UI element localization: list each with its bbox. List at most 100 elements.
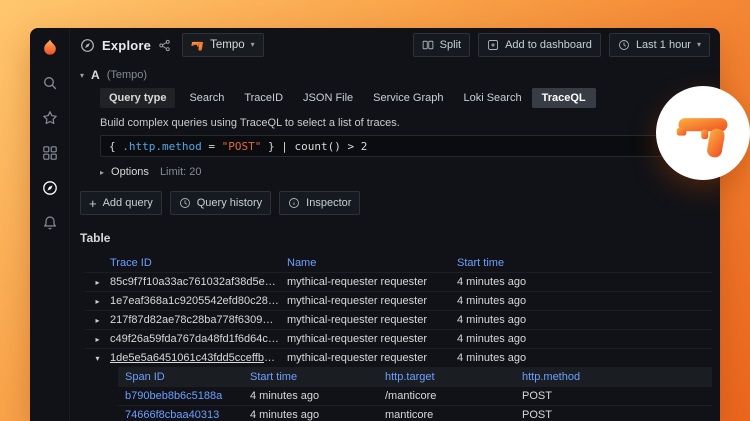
query-datasource-hint: (Tempo) — [107, 69, 147, 81]
query-history-button[interactable]: Query history — [170, 191, 271, 215]
traceql-code-editor[interactable]: { .http.method = "POST" } | count() > 2 — [100, 135, 710, 157]
column-header-name[interactable]: Name — [287, 257, 457, 269]
tempo-datasource-icon — [191, 39, 204, 52]
code-token: } | — [261, 140, 294, 153]
tab-traceql[interactable]: TraceQL — [532, 88, 596, 108]
chevron-down-icon[interactable]: ▾ — [85, 354, 110, 363]
options-label[interactable]: Options — [111, 166, 149, 178]
span-method-cell: POST — [522, 390, 712, 402]
results-panel: Table Trace ID Name Start time ▸85c9f7f1… — [70, 215, 720, 421]
trace-name-cell: mythical-requester requester — [287, 333, 457, 345]
chevron-right-icon[interactable]: ▸ — [85, 316, 110, 325]
trace-id-cell[interactable]: c49f26a59fda767da48fd1f6d64c9dd — [110, 333, 287, 345]
trace-table-header: Trace ID Name Start time — [85, 254, 712, 272]
chevron-right-icon[interactable]: ▸ — [85, 297, 110, 306]
chevron-down-icon: ▾ — [697, 41, 701, 49]
trace-id-cell[interactable]: 217f87d82ae78c28ba778f6309844b32 — [110, 314, 287, 326]
add-to-dashboard-label: Add to dashboard — [505, 39, 592, 51]
split-button[interactable]: Split — [413, 33, 470, 57]
main-area: Explore Tempo ▾ — [70, 28, 720, 421]
explore-compass-icon — [80, 38, 95, 53]
tempo-logo-badge — [656, 86, 750, 180]
span-target-cell: /manticore — [385, 390, 522, 402]
page-title: Explore — [102, 38, 151, 53]
chevron-right-icon[interactable]: ▸ — [85, 278, 110, 287]
span-column-header[interactable]: Start time — [250, 371, 385, 383]
query-body: Query type SearchTraceIDJSON FileService… — [100, 88, 710, 178]
query-history-label: Query history — [197, 197, 262, 209]
trace-row[interactable]: ▸c49f26a59fda767da48fd1f6d64c9ddmythical… — [85, 329, 712, 348]
traceql-code-line: { .http.method = "POST" } | count() > 2 — [109, 140, 367, 153]
span-id-link[interactable]: 74666f8cbaa40313 — [125, 409, 250, 421]
options-limit: Limit: 20 — [160, 166, 202, 178]
trace-start-cell: 4 minutes ago — [457, 295, 712, 307]
trace-start-cell: 4 minutes ago — [457, 352, 712, 364]
span-row[interactable]: b790beb8b6c5188a4 minutes ago/manticoreP… — [118, 386, 712, 405]
split-label: Split — [440, 39, 461, 51]
trace-row[interactable]: ▾1de5e5a6451061c43fdd5cceffb6930amythica… — [85, 348, 712, 367]
span-column-header[interactable]: http.target — [385, 371, 522, 383]
query-ref-id: A — [91, 68, 100, 82]
datasource-picker[interactable]: Tempo ▾ — [182, 33, 264, 57]
add-panel-icon — [487, 39, 499, 51]
tab-search[interactable]: Search — [179, 88, 234, 108]
trace-name-cell: mythical-requester requester — [287, 352, 457, 364]
column-header-start-time[interactable]: Start time — [457, 257, 712, 269]
span-table-header: Span IDStart timehttp.targethttp.method — [118, 367, 712, 386]
code-token: = — [202, 140, 222, 153]
tab-json-file[interactable]: JSON File — [293, 88, 363, 108]
inspector-button[interactable]: Inspector — [279, 191, 360, 215]
chevron-down-icon[interactable]: ▾ — [80, 71, 84, 80]
trace-name-cell: mythical-requester requester — [287, 276, 457, 288]
query-editor: ▾ A (Tempo) Query type SearchTraceIDJSON… — [70, 62, 720, 178]
tab-loki-search[interactable]: Loki Search — [453, 88, 531, 108]
search-icon — [42, 75, 58, 91]
query-type-label: Query type — [100, 88, 175, 108]
trace-name-cell: mythical-requester requester — [287, 314, 457, 326]
span-column-header[interactable]: http.method — [522, 371, 712, 383]
add-to-dashboard-button[interactable]: Add to dashboard — [478, 33, 601, 57]
chevron-right-icon[interactable]: ▸ — [85, 335, 110, 344]
code-token: count — [294, 140, 327, 153]
tab-service-graph[interactable]: Service Graph — [363, 88, 453, 108]
inspector-label: Inspector — [306, 197, 351, 209]
trace-table-body: ▸85c9f7f10a33ac761032af38d5eaff9mythical… — [85, 272, 712, 421]
sidebar-item-explore[interactable] — [38, 176, 62, 200]
tempo-gun-icon — [675, 105, 731, 161]
query-ref-row[interactable]: ▾ A (Tempo) — [80, 68, 710, 82]
span-row[interactable]: 74666f8cbaa403134 minutes agomanticorePO… — [118, 405, 712, 421]
trace-row[interactable]: ▸217f87d82ae78c28ba778f6309844b32mythica… — [85, 310, 712, 329]
code-token: "POST" — [222, 140, 262, 153]
trace-id-cell[interactable]: 1e7eaf368a1c9205542efd80c28b7e39 — [110, 295, 287, 307]
add-query-button[interactable]: + Add query — [80, 191, 162, 215]
chevron-right-icon[interactable]: ▸ — [100, 168, 104, 177]
explore-toolbar: Explore Tempo ▾ — [70, 28, 720, 62]
trace-row[interactable]: ▸85c9f7f10a33ac761032af38d5eaff9mythical… — [85, 272, 712, 291]
sidebar-item-starred[interactable] — [38, 106, 62, 130]
trace-row[interactable]: ▸1e7eaf368a1c9205542efd80c28b7e39mythica… — [85, 291, 712, 310]
time-range-picker[interactable]: Last 1 hour ▾ — [609, 33, 710, 57]
trace-id-cell[interactable]: 85c9f7f10a33ac761032af38d5eaff9 — [110, 276, 287, 288]
tab-traceid[interactable]: TraceID — [234, 88, 293, 108]
add-query-label: Add query — [103, 197, 153, 209]
info-icon — [288, 197, 300, 209]
column-header-trace-id[interactable]: Trace ID — [110, 257, 287, 269]
grafana-window: Explore Tempo ▾ — [30, 28, 720, 421]
apps-grid-icon — [42, 145, 58, 161]
trace-name-cell: mythical-requester requester — [287, 295, 457, 307]
split-icon — [422, 39, 434, 51]
trace-id-cell[interactable]: 1de5e5a6451061c43fdd5cceffb6930a — [110, 352, 287, 364]
trace-start-cell: 4 minutes ago — [457, 314, 712, 326]
span-id-link[interactable]: b790beb8b6c5188a — [125, 390, 250, 402]
share-icon[interactable] — [158, 39, 171, 52]
sidebar-item-search[interactable] — [38, 71, 62, 95]
toolbar-right: Split Add to dashboard Last 1 hour ▾ — [413, 33, 710, 57]
sidebar-item-dashboards[interactable] — [38, 141, 62, 165]
span-column-header[interactable]: Span ID — [125, 371, 250, 383]
sidebar-item-alerting[interactable] — [38, 211, 62, 235]
sidebar — [30, 28, 70, 421]
span-start-cell: 4 minutes ago — [250, 409, 385, 421]
grafana-logo[interactable] — [38, 36, 62, 60]
span-method-cell: POST — [522, 409, 712, 421]
compass-icon — [42, 180, 58, 196]
